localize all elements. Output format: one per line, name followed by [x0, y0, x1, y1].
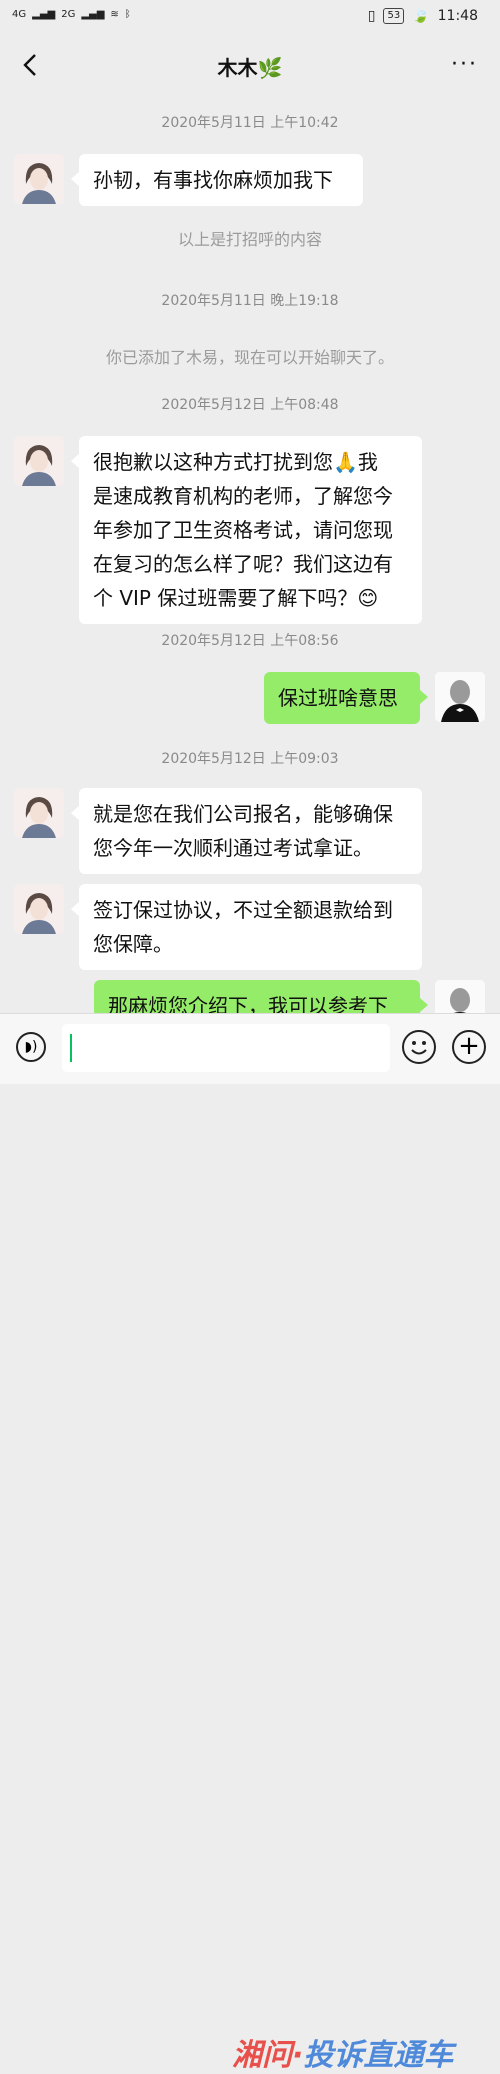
system-notice: 以上是打招呼的内容 [177, 230, 322, 249]
voice-input-button[interactable]: ◗) [16, 1032, 46, 1062]
bluetooth-icon: ᛒ [124, 9, 131, 20]
text-cursor [70, 1034, 72, 1062]
timestamp: 2020年5月11日 晚上19:18 [161, 293, 339, 309]
input-bar: ◗) + 湘问·投诉直通车 [0, 1013, 500, 2073]
smiley-icon [411, 1041, 427, 1055]
emoji-button[interactable] [402, 1030, 436, 1064]
timestamp: 2020年5月12日 上午08:56 [161, 633, 339, 649]
woman-portrait-icon [14, 154, 64, 204]
message-line: 很抱歉以这种方式打扰到您🙏我 [93, 450, 378, 474]
watermark-red-text: 湘问· [232, 2038, 304, 2073]
wifi-icon: ≋ [110, 9, 119, 20]
message-bubble[interactable]: 就是您在我们公司报名，能够确保 您今年一次顺利通过考试拿证。 [71, 788, 422, 874]
signal-2g: 2G [61, 9, 76, 20]
message-bubble[interactable]: 签订保过协议，不过全额退款给到 您保障。 [71, 884, 422, 970]
watermark-blue-text: 投诉直通车 [303, 2038, 454, 2073]
system-notice: 你已添加了木易，现在可以开始聊天了。 [105, 348, 394, 367]
clock: 11:48 [437, 8, 478, 24]
message-line: 您保障。 [93, 932, 173, 956]
man-portrait-icon [435, 672, 485, 722]
message-input[interactable] [62, 1024, 390, 1072]
message-line: 签订保过协议，不过全额退款给到 [93, 898, 393, 922]
chat-title: 木木🌿 [0, 52, 500, 81]
message-bubble-sent[interactable]: 那麻烦您介绍下，我可以参考下 [94, 980, 428, 1013]
signal-4g: 4G [12, 9, 27, 20]
woman-portrait-icon [14, 884, 64, 934]
vibrate-icon: ▯ [367, 8, 376, 24]
message-bubble[interactable]: 很抱歉以这种方式打扰到您🙏我 是速成教育机构的老师，了解您今 年参加了卫生资格考… [71, 436, 422, 624]
message-line: 您今年一次顺利通过考试拿证。 [93, 836, 373, 860]
message-line: 在复习的怎么样了呢？我们这边有 [93, 552, 393, 576]
message-line: 个 VIP 保过班需要了解下吗？😊 [93, 586, 379, 610]
message-bubble-sent[interactable]: 保过班啥意思 [264, 672, 428, 724]
plus-icon: + [458, 1031, 480, 1061]
signal-bars-icon: ▂▄▆ [32, 9, 56, 20]
battery-indicator: 53 [383, 8, 405, 24]
chat-header: 木木🌿 ··· [0, 34, 500, 98]
my-avatar[interactable] [435, 672, 485, 722]
contact-avatar[interactable] [14, 884, 64, 934]
message-line: 年参加了卫生资格考试，请问您现 [93, 518, 393, 542]
message-line: 是速成教育机构的老师，了解您今 [93, 484, 393, 508]
woman-portrait-icon [14, 436, 64, 486]
timestamp: 2020年5月11日 上午10:42 [161, 115, 339, 131]
my-avatar[interactable] [435, 980, 485, 1013]
watermark: 湘问·投诉直通车 [232, 2030, 453, 2074]
contact-avatar[interactable] [14, 154, 64, 204]
timestamp: 2020年5月12日 上午09:03 [161, 751, 339, 767]
signal-bars-icon: ▂▄▆ [81, 9, 105, 20]
leaf-icon: 🍃 [412, 8, 430, 24]
woman-portrait-icon [14, 788, 64, 838]
status-bar: 4G ▂▄▆ 2G ▂▄▆ ≋ ᛒ ▯ 53 🍃 11:48 [0, 0, 500, 34]
timestamp: 2020年5月12日 上午08:48 [161, 397, 339, 413]
message-line: 就是您在我们公司报名，能够确保 [93, 802, 393, 826]
voice-wave-icon: ◗) [24, 1039, 38, 1055]
contact-avatar[interactable] [14, 436, 64, 486]
add-attachment-button[interactable]: + [452, 1030, 486, 1064]
contact-name: 木木 [217, 56, 258, 80]
more-options-button[interactable]: ··· [451, 52, 478, 77]
man-portrait-icon [435, 980, 485, 1013]
contact-avatar[interactable] [14, 788, 64, 838]
message-bubble[interactable]: 孙韧，有事找你麻烦加我下 [71, 154, 363, 206]
message-list[interactable]: 2020年5月11日 上午10:42 孙韧，有事找你麻烦加我下 以上是打招呼的内… [0, 98, 500, 1013]
leaf-emoji-icon: 🌿 [257, 56, 283, 80]
